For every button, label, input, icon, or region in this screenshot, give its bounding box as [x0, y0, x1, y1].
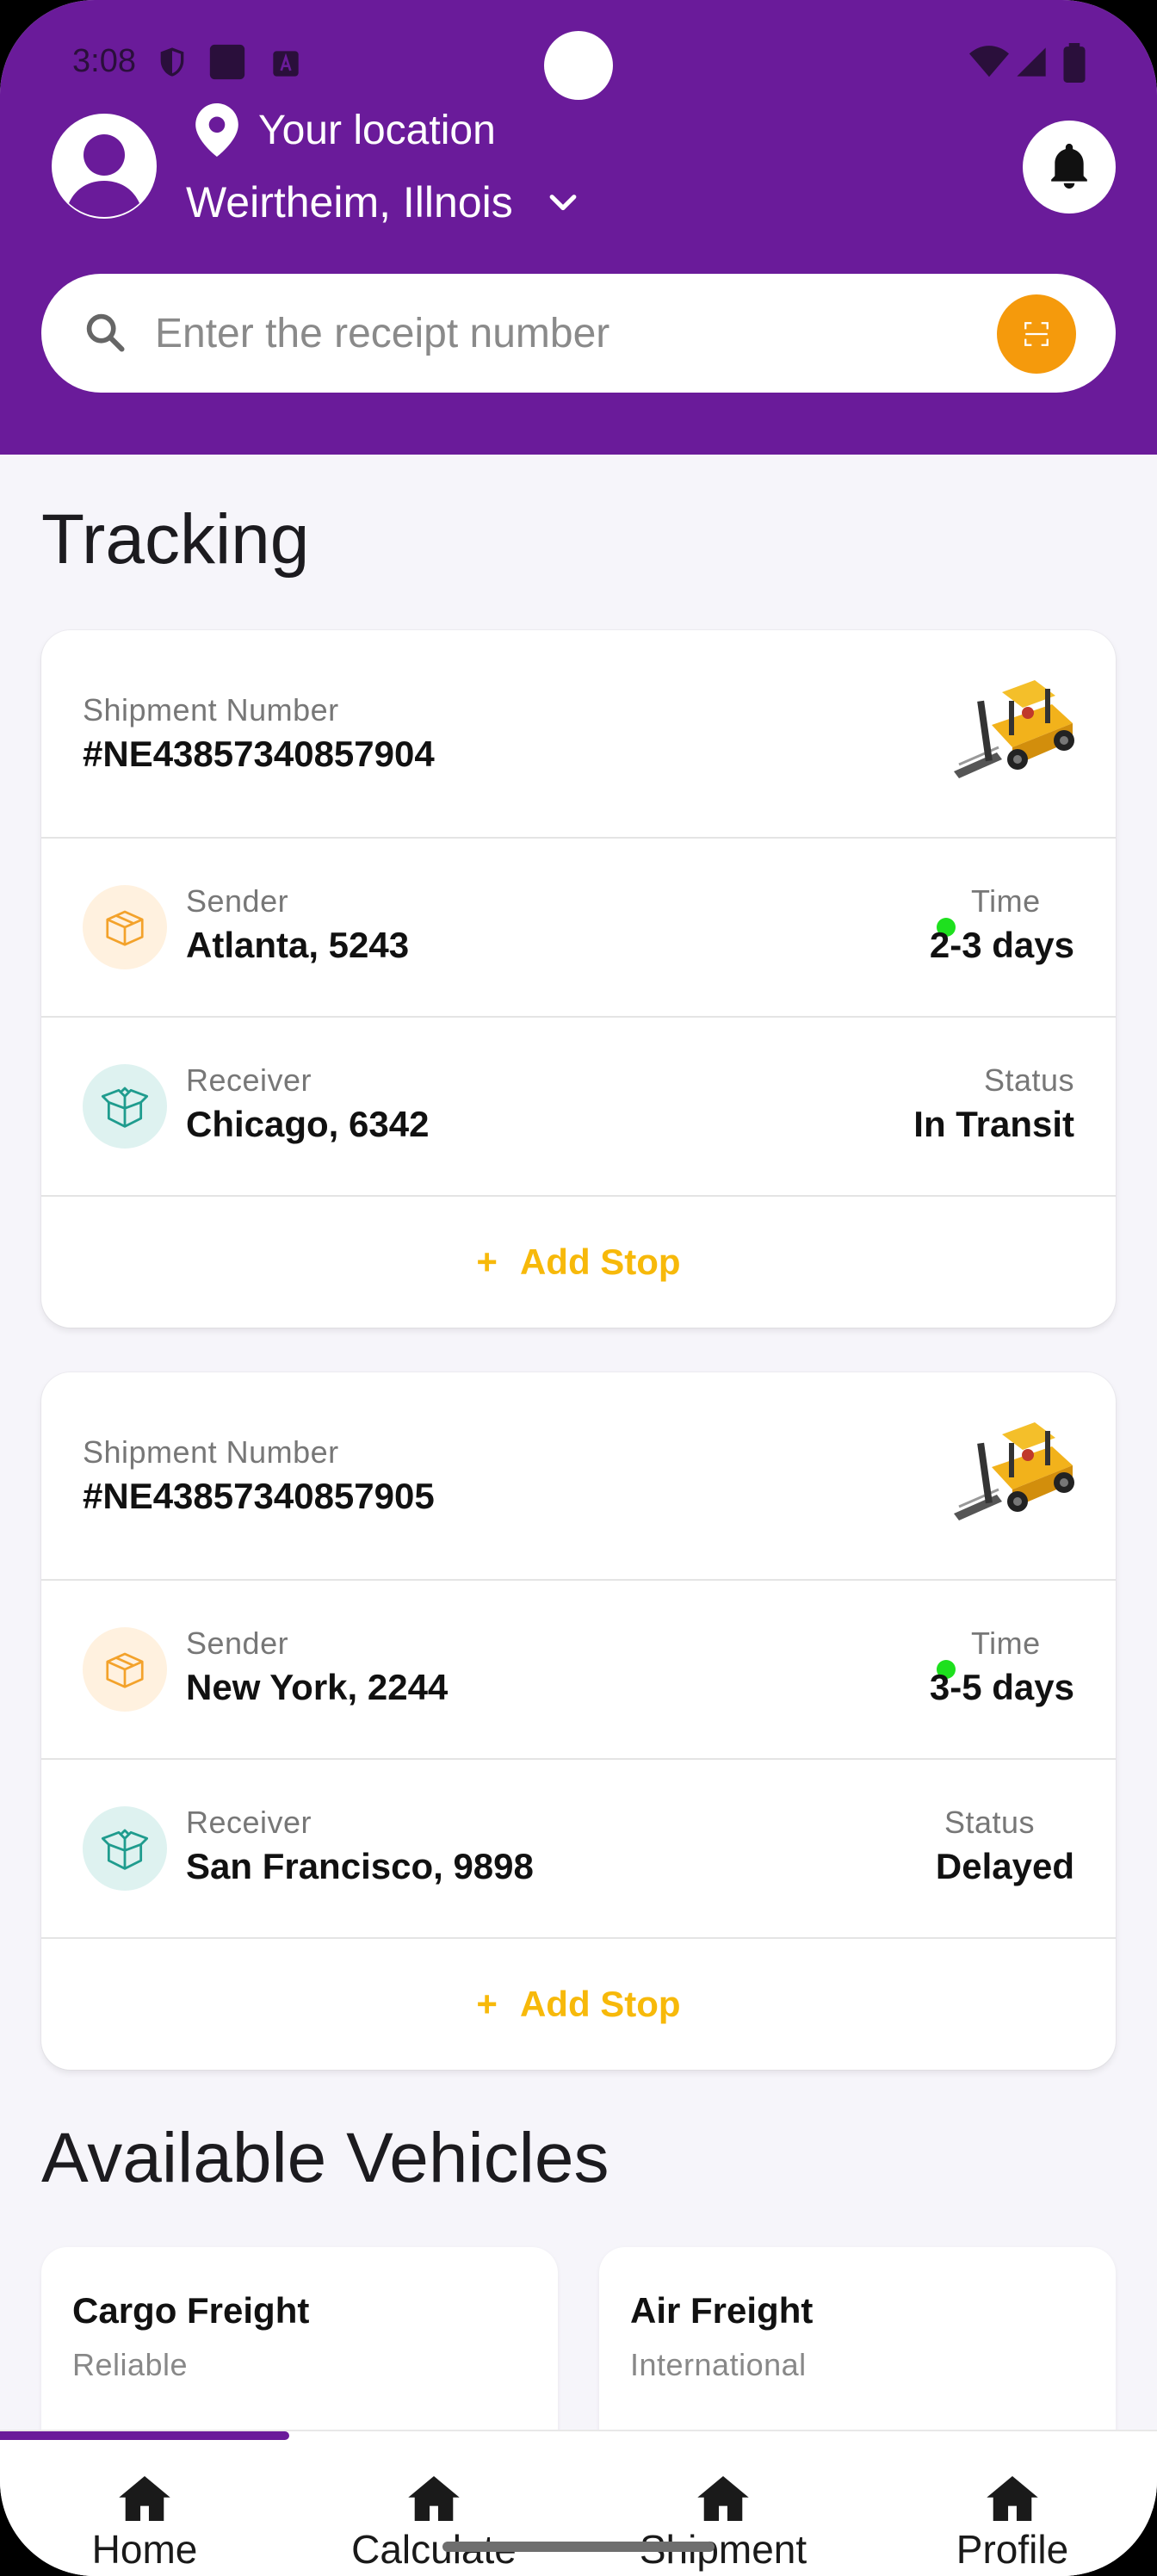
notifications-button[interactable] — [1023, 121, 1116, 214]
forklift-icon — [954, 1422, 1074, 1520]
scan-button[interactable] — [997, 294, 1076, 374]
forklift-icon — [954, 680, 1074, 778]
sender-label: Sender — [186, 1625, 289, 1661]
nav-label: Home — [91, 2527, 198, 2572]
vehicles-title: Available Vehicles — [41, 2119, 609, 2197]
time-value: 2-3 days — [929, 925, 1074, 965]
location-selector[interactable]: Weirtheim, Illnois — [186, 177, 513, 227]
bottom-navigation: Home Calculate Shipment Profile — [0, 2430, 1157, 2576]
shipment-number-label: Shipment Number — [83, 692, 339, 728]
status-value: Delayed — [935, 1846, 1074, 1886]
vehicle-subtitle: International — [630, 2347, 807, 2382]
app-header: 3:08 Your location Weirtheim, Illnois — [0, 0, 1157, 455]
time-label: Time — [971, 1625, 1041, 1661]
time-label: Time — [971, 883, 1041, 919]
shipment-card[interactable]: Shipment Number #NE43857340857905 Sender… — [41, 1372, 1116, 2070]
tracking-title: Tracking — [41, 500, 310, 579]
package-open-icon — [101, 1087, 149, 1128]
shipment-number-label: Shipment Number — [83, 1434, 339, 1470]
active-tab-indicator — [0, 2431, 289, 2440]
receiver-label: Receiver — [186, 1062, 312, 1098]
gesture-handle[interactable] — [442, 2542, 715, 2552]
receiver-value: San Francisco, 9898 — [186, 1846, 534, 1886]
package-icon — [106, 1652, 144, 1688]
scan-icon — [1024, 322, 1049, 346]
chevron-down-icon[interactable] — [544, 184, 582, 222]
add-stop-label: Add Stop — [519, 1242, 681, 1282]
receiver-label: Receiver — [186, 1805, 312, 1840]
vehicle-title: Cargo Freight — [72, 2290, 310, 2331]
location-pin-icon — [195, 103, 238, 157]
shipment-card[interactable]: Shipment Number #NE43857340857904 Sender… — [41, 630, 1116, 1328]
time-value: 3-5 days — [929, 1667, 1074, 1707]
sender-row: Sender New York, 2244 Time 3-5 days — [41, 1581, 1116, 1760]
status-value: In Transit — [913, 1104, 1074, 1144]
sender-box-circle — [83, 885, 167, 969]
add-stop-button[interactable]: + Add Stop — [41, 1197, 1116, 1328]
app-square-icon — [209, 44, 245, 80]
home-icon — [408, 2476, 460, 2521]
shipment-header-row: Shipment Number #NE43857340857905 — [41, 1372, 1116, 1581]
avatar[interactable] — [52, 114, 157, 219]
shipment-number: #NE43857340857905 — [83, 1476, 435, 1516]
wifi-icon — [969, 46, 1009, 77]
camera-cutout — [544, 31, 613, 100]
signal-icon — [1017, 47, 1046, 77]
sender-label: Sender — [186, 883, 289, 919]
plus-icon: + — [476, 1984, 498, 2024]
nav-calculate[interactable]: Calculate — [289, 2452, 578, 2576]
add-stop-row: + Add Stop — [41, 1197, 1116, 1328]
status-label: Status — [983, 1062, 1074, 1098]
nav-profile[interactable]: Profile — [868, 2452, 1157, 2576]
app-screen: 3:08 Your location Weirtheim, Illnois En… — [0, 0, 1157, 2576]
sender-value: New York, 2244 — [186, 1667, 449, 1707]
receiver-row: Receiver San Francisco, 9898 Status Dela… — [41, 1760, 1116, 1939]
add-stop-label: Add Stop — [519, 1984, 681, 2024]
plus-icon: + — [476, 1242, 498, 1282]
receipt-search-bar[interactable] — [41, 274, 1116, 393]
receiver-box-circle — [83, 1806, 167, 1891]
home-icon — [697, 2476, 749, 2521]
user-icon — [69, 134, 139, 217]
package-icon — [106, 910, 144, 946]
receiver-row: Receiver Chicago, 6342 Status In Transit — [41, 1018, 1116, 1197]
bell-icon — [1051, 143, 1087, 189]
sender-value: Atlanta, 5243 — [186, 925, 410, 965]
font-icon — [273, 51, 299, 77]
package-open-icon — [101, 1829, 149, 1870]
shield-icon — [160, 47, 184, 77]
add-stop-button[interactable]: + Add Stop — [41, 1939, 1116, 2070]
location-label: Your location — [258, 108, 496, 153]
home-icon — [987, 2476, 1038, 2521]
search-icon — [86, 313, 125, 352]
vehicle-subtitle: Reliable — [72, 2347, 189, 2382]
shipment-number: #NE43857340857904 — [83, 734, 435, 774]
shipment-header-row: Shipment Number #NE43857340857904 — [41, 630, 1116, 839]
battery-icon — [1063, 43, 1086, 83]
nav-shipment[interactable]: Shipment — [578, 2452, 868, 2576]
sender-row: Sender Atlanta, 5243 Time 2-3 days — [41, 839, 1116, 1018]
receiver-value: Chicago, 6342 — [186, 1104, 430, 1144]
status-time: 3:08 — [72, 43, 136, 79]
status-label: Status — [944, 1805, 1035, 1840]
add-stop-row: + Add Stop — [41, 1939, 1116, 2070]
vehicle-title: Air Freight — [630, 2290, 814, 2331]
sender-box-circle — [83, 1627, 167, 1712]
search-input[interactable] — [155, 274, 999, 393]
nav-home[interactable]: Home — [0, 2452, 289, 2576]
nav-label: Profile — [956, 2527, 1069, 2572]
home-icon — [119, 2476, 170, 2521]
receiver-box-circle — [83, 1064, 167, 1149]
